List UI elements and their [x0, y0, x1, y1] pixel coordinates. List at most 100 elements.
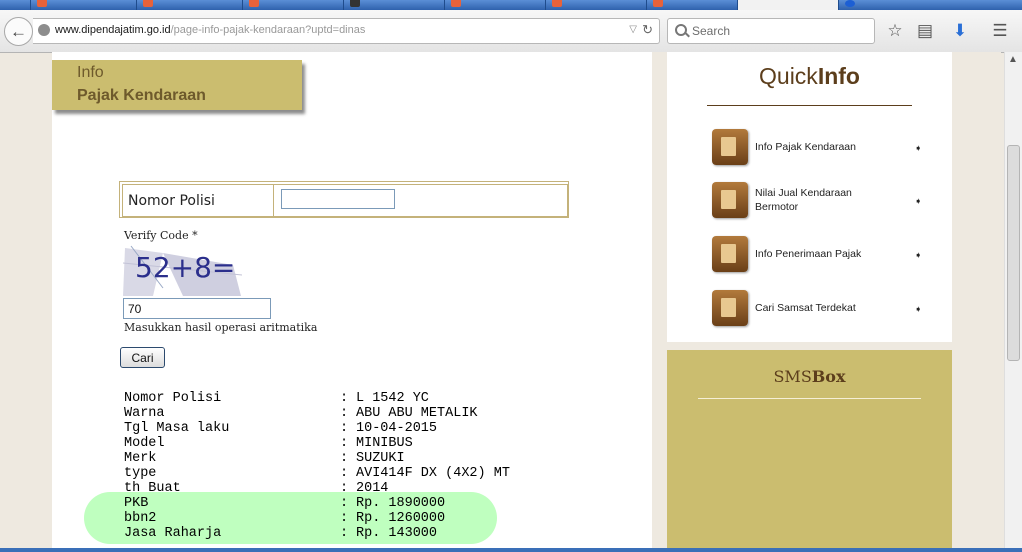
site-icon — [350, 0, 360, 7]
quickinfo-item-penerimaan-pajak[interactable]: Info Penerimaan Pajak ➧ — [712, 236, 922, 276]
url-path: /page-info-pajak-kendaraan?uptd=dinas — [170, 24, 366, 36]
search-form: Nomor Polisi — [119, 181, 569, 218]
result-key: th Buat — [124, 481, 181, 496]
result-colon: : — [340, 421, 349, 436]
tab[interactable] — [0, 0, 31, 10]
scrollbar-thumb[interactable] — [1007, 145, 1020, 361]
quickinfo-item-label: Info Penerimaan Pajak — [755, 248, 862, 260]
quickinfo-title: QuickInfo — [667, 63, 952, 90]
quickinfo-title-bold: Info — [817, 63, 860, 89]
quickinfo-item-label: Info Pajak Kendaraan — [755, 141, 856, 153]
result-value: 2014 — [356, 481, 389, 496]
captcha-image: 52+8= — [123, 243, 242, 296]
quickinfo-panel: QuickInfo Info Pajak Kendaraan ➧ Nilai J… — [667, 52, 952, 342]
arrow-right-icon: ➧ — [914, 196, 922, 206]
result-key: Tgl Masa laku — [124, 421, 230, 436]
browser-toolbar: ← www.dipendajatim.go.id/page-info-pajak… — [0, 10, 1022, 53]
result-key: PKB — [124, 496, 149, 511]
tab[interactable] — [445, 0, 546, 10]
quickinfo-item-label: Cari Samsat Terdekat — [755, 302, 856, 314]
site-icon — [845, 0, 855, 7]
result-key: bbn2 — [124, 511, 157, 526]
menu-icon[interactable]: ☰ — [989, 20, 1011, 42]
search-bar[interactable]: Search — [667, 18, 875, 44]
vertical-scrollbar[interactable]: ▲ — [1004, 52, 1022, 552]
reload-icon[interactable]: ↻ — [642, 22, 653, 38]
smsbox-title-bold: Box — [811, 367, 846, 386]
tab[interactable] — [344, 0, 445, 10]
result-key: Merk — [124, 451, 157, 466]
search-icon — [675, 24, 687, 36]
car-document-icon — [712, 129, 748, 165]
globe-icon — [38, 24, 50, 36]
result-colon: : — [340, 436, 349, 451]
verify-code-label: Verify Code * — [124, 229, 198, 242]
url-host: www.dipendajatim.go.id — [55, 24, 171, 36]
smsbox-title-light: SMS — [773, 367, 812, 386]
quickinfo-item-pajak-kendaraan[interactable]: Info Pajak Kendaraan ➧ — [712, 129, 922, 169]
tab-strip — [0, 0, 1022, 10]
page-header: Info Pajak Kendaraan — [52, 60, 302, 110]
arrow-right-icon: ➧ — [914, 143, 922, 153]
tab[interactable] — [546, 0, 647, 10]
result-colon: : — [340, 526, 349, 541]
tab[interactable] — [137, 0, 243, 10]
result-colon: : — [340, 391, 349, 406]
download-icon[interactable]: ⬇ — [949, 20, 971, 42]
header-title-line1: Info — [77, 64, 104, 81]
result-colon: : — [340, 511, 349, 526]
captcha-answer-input[interactable] — [123, 298, 271, 319]
result-key: Warna — [124, 406, 165, 421]
search-placeholder: Search — [692, 24, 731, 38]
tab[interactable] — [839, 0, 1022, 10]
result-key: Model — [124, 436, 165, 451]
url-bar[interactable]: www.dipendajatim.go.id/page-info-pajak-k… — [33, 18, 660, 44]
divider — [707, 105, 912, 106]
tab[interactable] — [243, 0, 344, 10]
smsbox-title: SMSBox — [667, 367, 952, 386]
result-value: L 1542 YC — [356, 391, 429, 406]
tab[interactable] — [31, 0, 137, 10]
result-colon: : — [340, 406, 349, 421]
result-value: 10-04-2015 — [356, 421, 438, 436]
dropdown-arrow-icon[interactable]: ▽ — [629, 24, 637, 35]
blogger-icon — [249, 0, 259, 7]
result-value: Rp. 143000 — [356, 526, 438, 541]
document-search-icon — [712, 236, 748, 272]
scroll-up-icon[interactable]: ▲ — [1008, 54, 1018, 65]
form-label-cell: Nomor Polisi — [123, 185, 274, 216]
divider — [698, 398, 921, 399]
result-key: type — [124, 466, 157, 481]
back-button[interactable]: ← — [4, 17, 33, 46]
quickinfo-item-nilai-jual[interactable]: Nilai Jual Kendaraan Bermotor ➧ — [712, 182, 922, 222]
result-colon: : — [340, 496, 349, 511]
captcha-text: 52+8= — [135, 251, 235, 284]
bookmark-star-icon[interactable]: ☆ — [884, 20, 906, 42]
result-value: AVI414F DX (4X2) MT — [356, 466, 510, 481]
form-row: Nomor Polisi — [122, 184, 568, 217]
arrow-right-icon: ➧ — [914, 304, 922, 314]
blogger-icon — [143, 0, 153, 7]
reading-list-icon[interactable]: ▤ — [914, 20, 936, 42]
result-value: ABU ABU METALIK — [356, 406, 478, 421]
quickinfo-item-cari-samsat[interactable]: Cari Samsat Terdekat ➧ — [712, 290, 922, 330]
result-colon: : — [340, 466, 349, 481]
nopol-label: Nomor Polisi — [128, 193, 215, 209]
nopol-input[interactable] — [281, 189, 395, 209]
taskbar-edge — [0, 548, 1022, 552]
search-submit-button[interactable]: Cari — [120, 347, 165, 368]
arrow-right-icon: ➧ — [914, 250, 922, 260]
result-value: Rp. 1260000 — [356, 511, 446, 526]
url-text: www.dipendajatim.go.id/page-info-pajak-k… — [55, 24, 365, 36]
blogger-icon — [451, 0, 461, 7]
tab[interactable] — [647, 0, 738, 10]
blogger-icon — [552, 0, 562, 7]
quickinfo-item-label: Nilai Jual Kendaraan Bermotor — [755, 187, 852, 213]
smsbox-panel: SMSBox — [667, 350, 952, 552]
price-tag-icon — [712, 182, 748, 218]
result-colon: : — [340, 481, 349, 496]
tab-active[interactable] — [738, 0, 839, 10]
captcha-hint: Masukkan hasil operasi aritmatika — [124, 321, 318, 334]
result-value: Rp. 1890000 — [356, 496, 446, 511]
header-title-line2: Pajak Kendaraan — [77, 87, 206, 104]
